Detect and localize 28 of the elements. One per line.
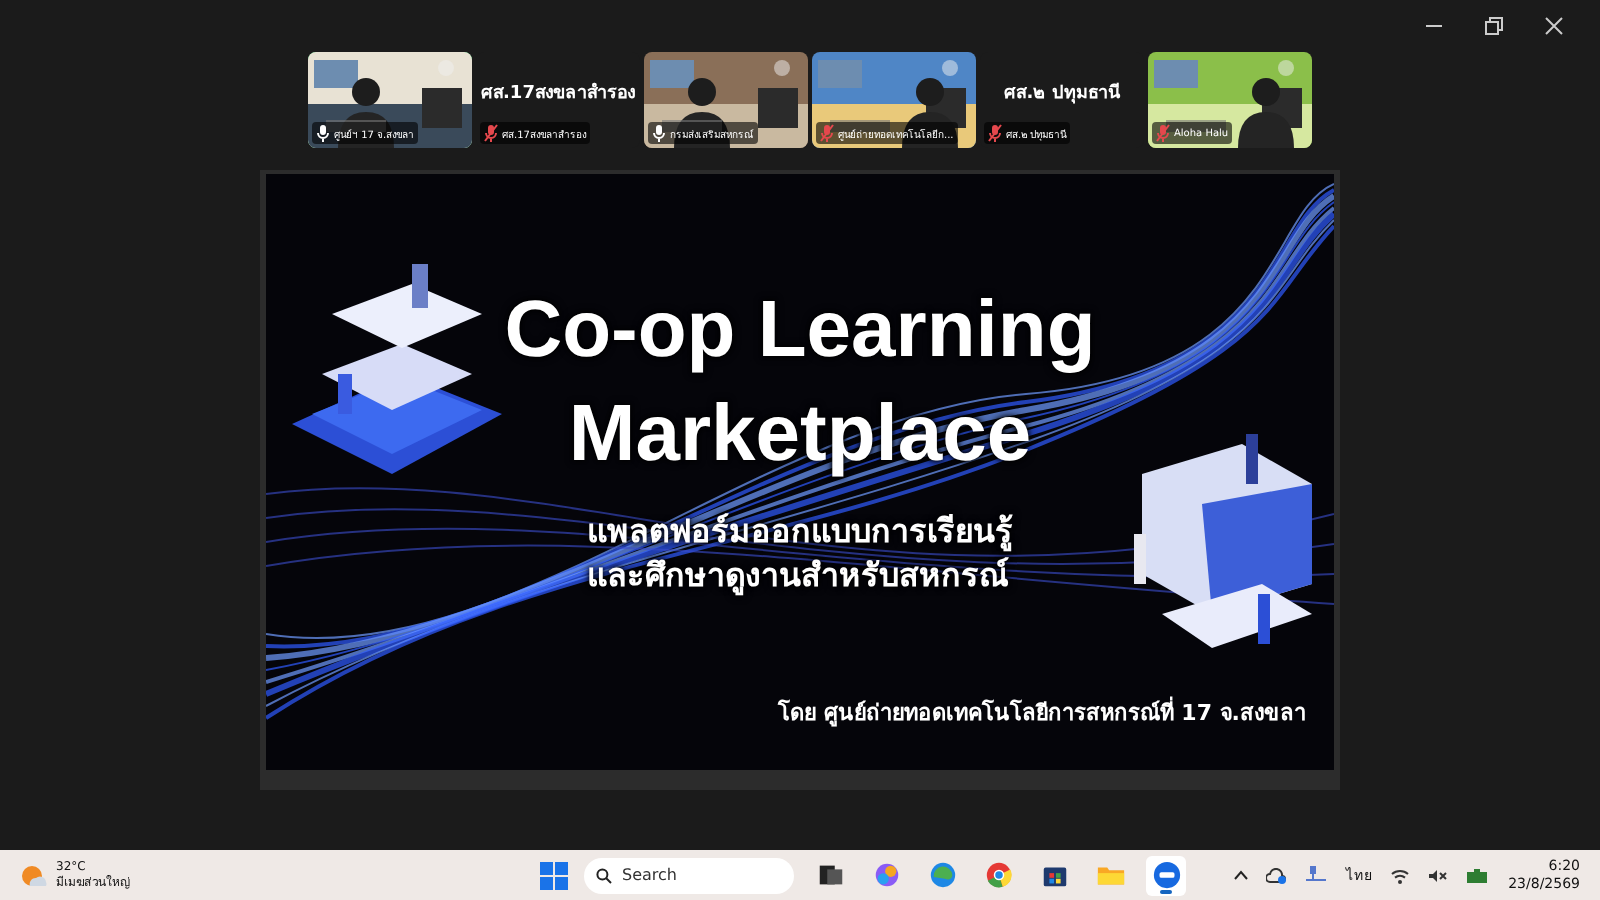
- start-icon[interactable]: [540, 861, 568, 889]
- app-icon: [871, 860, 901, 890]
- muted-mic-icon: [484, 124, 498, 142]
- slide-footer: โดย ศูนย์ถ่ายทอดเทคโนโลยีการสหกรณ์ที่ 17 จ.สงขลา: [778, 694, 1306, 730]
- muted-mic-icon: [988, 124, 1002, 142]
- muted-speaker-icon[interactable]: [1428, 867, 1449, 883]
- app-icon: [927, 860, 957, 890]
- app-icon: [1151, 860, 1181, 890]
- search-field[interactable]: Search: [584, 857, 794, 893]
- network-icon[interactable]: [1304, 866, 1329, 884]
- wifi-icon[interactable]: [1390, 867, 1411, 883]
- muted-mic-icon: [820, 124, 834, 142]
- app-icon: [983, 860, 1013, 890]
- mic-icon: [652, 124, 666, 142]
- chevron-up-icon[interactable]: [1234, 870, 1249, 880]
- cloud-icon[interactable]: [1266, 867, 1287, 883]
- mic-icon: [316, 124, 330, 142]
- battery-icon[interactable]: [1466, 867, 1491, 883]
- app-icon: [815, 860, 845, 890]
- restore-icon[interactable]: [1484, 16, 1504, 36]
- muted-mic-icon: [1156, 124, 1170, 142]
- close-icon[interactable]: [1544, 16, 1564, 36]
- participant-name: ศส.๒ ปทุมธานี: [1004, 80, 1120, 106]
- zoom-taskbar-button[interactable]: [1146, 855, 1186, 895]
- slide-title: Co-op Learning: [504, 284, 1096, 378]
- participant-name: ศส.17สงขลาสำรอง: [481, 80, 635, 106]
- search-icon: [596, 867, 612, 883]
- slide-subtitle: และศึกษาดูงานสำหรับสหกรณ์: [587, 554, 1011, 598]
